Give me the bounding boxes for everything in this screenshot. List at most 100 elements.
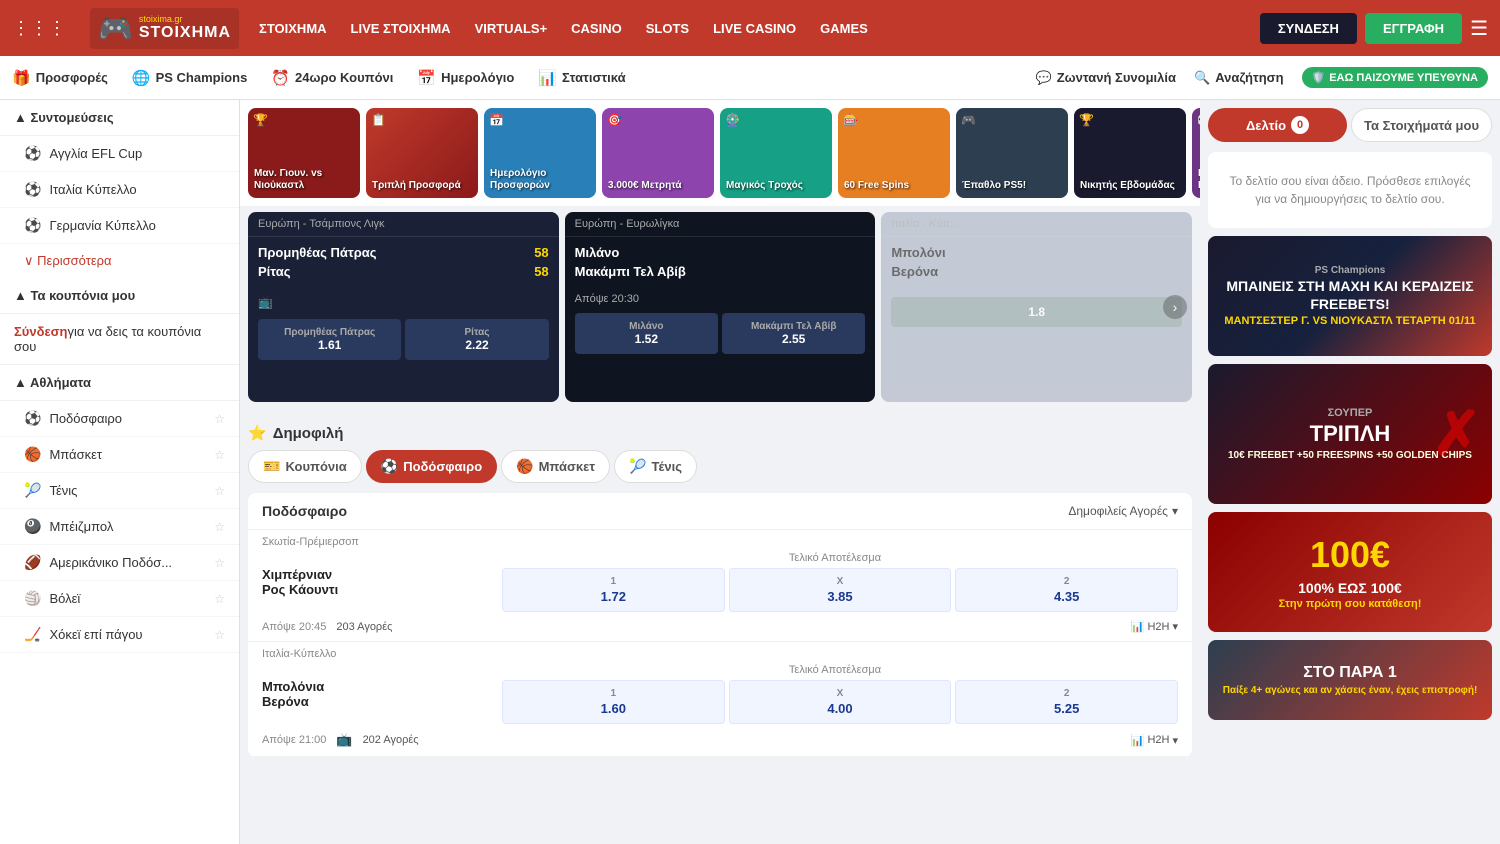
live-odd1-2[interactable]: 1.8 xyxy=(891,297,1182,327)
favorite-icon[interactable]: ☆ xyxy=(214,448,225,462)
logo-text: STOIXHMA xyxy=(139,24,231,42)
nav-calendar[interactable]: 📅 Ημερολόγιο xyxy=(417,69,514,87)
live-odd1-1[interactable]: Μιλάνο 1.52 xyxy=(575,313,718,354)
nav-stoixhma[interactable]: ΣΤΟΙΧΗΜΑ xyxy=(259,21,327,36)
promo-card-8[interactable]: 🎲 Pragmatic Buy Bonus xyxy=(1192,108,1200,198)
promo-banner-1[interactable]: ΣΟΥΠΕΡ ΤΡΙΠΛΗ 10€ FREEBET +50 FREESPINS … xyxy=(1208,364,1492,504)
nav-slots[interactable]: SLOTS xyxy=(646,21,689,36)
live-match-0[interactable]: Ευρώπη - Τσάμπιονς Λιγκ Προμηθέας Πάτρας… xyxy=(248,212,559,402)
match-info-0: Χιμπέρνιαν Ρος Κάουντι Τελικό Αποτέλεσμα… xyxy=(248,548,1192,616)
top-navigation: ⋮⋮⋮ 🎮 stoixima.gr STOIXHMA ΣΤΟΙΧΗΜΑ LIVE… xyxy=(0,0,1500,56)
register-button[interactable]: ΕΓΓΡΑΦΗ xyxy=(1365,13,1462,44)
odd-1-match0[interactable]: 1 1.72 xyxy=(502,568,725,612)
nav-casino[interactable]: CASINO xyxy=(571,21,622,36)
promo-card-1[interactable]: 📋 Τριπλή Προσφορά xyxy=(366,108,478,198)
promo-card-0[interactable]: 🏆 Μαν. Γιουν. vs Νιούκαστλ xyxy=(248,108,360,198)
markets-link-0[interactable]: 203 Αγορές xyxy=(336,621,392,633)
promo-card-7[interactable]: 🏆 Νικητής Εβδομάδας xyxy=(1074,108,1186,198)
tab-football[interactable]: ⚽ Ποδόσφαιρο xyxy=(366,450,497,483)
odd-x-match1[interactable]: X 4.00 xyxy=(729,680,952,724)
promo-banner-2[interactable]: 100€ 100% ΕΩΣ 100€ Στην πρώτη σου κατάθε… xyxy=(1208,512,1492,632)
promo-label-3: 3.000€ Μετρητά xyxy=(608,180,708,192)
live-match-1[interactable]: Ευρώπη - Ευρωλίγκα Μιλάνο Μακάμπι Τελ Αβ… xyxy=(565,212,876,402)
sidebar-item-efl-cup[interactable]: ⚽ Αγγλία EFL Cup xyxy=(0,136,239,172)
promo-label-4: Μαγικός Τροχός xyxy=(726,180,826,192)
sidebar-item-germany-cup[interactable]: ⚽ Γερμανία Κύπελλο xyxy=(0,208,239,244)
nav-live-casino[interactable]: LIVE CASINO xyxy=(713,21,796,36)
live-odd2-1[interactable]: Μακάμπι Τελ Αβίβ 2.55 xyxy=(722,313,865,354)
odd-2-match1[interactable]: 2 5.25 xyxy=(955,680,1178,724)
sidebar-item-baseball[interactable]: 🎱 Μπέιζμπολ ☆ xyxy=(0,509,239,545)
live-odds-0: Προμηθέας Πάτρας 1.61 Ρίτας 2.22 xyxy=(248,313,559,366)
sidebar-item-football[interactable]: ⚽ Ποδόσφαιρο ☆ xyxy=(0,401,239,437)
sports-header[interactable]: ▲ Αθλήματα xyxy=(0,365,239,401)
shortcuts-header[interactable]: ▲ Συντομεύσεις xyxy=(0,100,239,136)
favorite-icon[interactable]: ☆ xyxy=(214,484,225,498)
nav-24h-coupon[interactable]: ⏰ 24ωρο Κουπόνι xyxy=(271,69,393,87)
betslip-count: 0 xyxy=(1291,116,1309,134)
promo-card-5[interactable]: 🎰 60 Free Spins xyxy=(838,108,950,198)
nav-offers[interactable]: 🎁 Προσφορές xyxy=(12,69,108,87)
login-button[interactable]: ΣΥΝΔΕΣΗ xyxy=(1260,13,1357,44)
promo-card-2[interactable]: 📅 Ημερολόγιο Προσφορών xyxy=(484,108,596,198)
result-label-1: Τελικό Αποτέλεσμα xyxy=(492,664,1178,676)
favorite-icon[interactable]: ☆ xyxy=(214,412,225,426)
tab-tennis[interactable]: 🎾 Τένις xyxy=(614,450,697,483)
odd-x-match0[interactable]: X 3.85 xyxy=(729,568,952,612)
popular-markets-dropdown[interactable]: Δημοφιλείς Αγορές ▾ xyxy=(1068,504,1178,518)
promo-banner-3[interactable]: ΣΤΟ ΠΑΡΑ 1 Παίξε 4+ αγώνες και αν χάσεις… xyxy=(1208,640,1492,720)
favorite-icon[interactable]: ☆ xyxy=(214,556,225,570)
favorite-icon[interactable]: ☆ xyxy=(214,520,225,534)
nav-ps-champions[interactable]: 🌐 PS Champions xyxy=(132,69,247,87)
slide-arrow[interactable]: › xyxy=(1163,295,1187,319)
match-time-0: Απόψε 20:45 xyxy=(262,621,326,633)
grid-icon[interactable]: ⋮⋮⋮ xyxy=(12,18,66,39)
betslip-empty-message: Το δελτίο σου είναι άδειο. Πρόσθεσε επιλ… xyxy=(1208,152,1492,228)
match-league-0: Σκωτία-Πρέμιερσοπ xyxy=(248,530,1192,548)
markets-link-1[interactable]: 202 Αγορές xyxy=(363,734,419,746)
tab-coupons[interactable]: 🎫 Κουπόνια xyxy=(248,450,362,483)
nav-games[interactable]: GAMES xyxy=(820,21,868,36)
h2h-button-0[interactable]: 📊 H2H ▾ xyxy=(1131,620,1178,633)
coupons-header[interactable]: ▲ Τα κουπόνια μου xyxy=(0,278,239,314)
live-match-2[interactable]: Ιταλία - Κύπ... Μπολόνι Βερόνα 1.8 › xyxy=(881,212,1192,402)
popular-header: ⭐ Δημοφιλή xyxy=(248,416,1192,450)
sidebar-item-hockey[interactable]: 🏒 Χόκεϊ επί πάγου ☆ xyxy=(0,617,239,653)
promo-card-3[interactable]: 🎯 3.000€ Μετρητά xyxy=(602,108,714,198)
sidebar-item-italy-cup[interactable]: ⚽ Ιταλία Κύπελλο xyxy=(0,172,239,208)
responsible-gaming-badge[interactable]: 🛡️ ΕΑΩ ΠΑΙΖΟΥΜΕ ΥΠΕΥΘΥΝΑ xyxy=(1302,67,1488,88)
sidebar-item-american-football[interactable]: 🏈 Αμερικάνικο Ποδόσ... ☆ xyxy=(0,545,239,581)
calendar-icon: 📅 xyxy=(489,113,504,127)
promo-card-6[interactable]: 🎮 Έπαθλο PS5! xyxy=(956,108,1068,198)
promo-banner-0[interactable]: PS Champions ΜΠΑΙΝΕΙΣ ΣΤΗ ΜΑΧΗ ΚΑΙ ΚΕΡΔΙ… xyxy=(1208,236,1492,356)
h2h-button-1[interactable]: 📊 H2H ▾ xyxy=(1131,734,1178,747)
sidebar-item-tennis[interactable]: 🎾 Τένις ☆ xyxy=(0,473,239,509)
american-football-icon: 🏈 xyxy=(24,554,41,571)
football-icon: ⚽ xyxy=(24,145,41,162)
sidebar-item-volleyball[interactable]: 🏐 Βόλεϊ ☆ xyxy=(0,581,239,617)
live-chat-button[interactable]: 💬 Ζωντανή Συνομιλία xyxy=(1036,70,1177,86)
sidebar: ▲ Συντομεύσεις ⚽ Αγγλία EFL Cup ⚽ Ιταλία… xyxy=(0,100,240,844)
my-bets-tab[interactable]: Τα Στοιχήματά μου xyxy=(1351,108,1492,142)
live-odd2-0[interactable]: Ρίτας 2.22 xyxy=(405,319,548,360)
match-teams-1: Μπολόνια Βερόνα xyxy=(262,679,482,709)
hamburger-icon[interactable]: ☰ xyxy=(1470,16,1488,41)
nav-virtuals[interactable]: VIRTUALS+ xyxy=(475,21,548,36)
favorite-icon[interactable]: ☆ xyxy=(214,592,225,606)
odd-2-match0[interactable]: 2 4.35 xyxy=(955,568,1178,612)
live-team2-2: Βερόνα xyxy=(891,264,1182,279)
sidebar-item-basketball[interactable]: 🏀 Μπάσκετ ☆ xyxy=(0,437,239,473)
promo-card-4[interactable]: 🎡 Μαγικός Τροχός xyxy=(720,108,832,198)
betslip-tab[interactable]: Δελτίο 0 xyxy=(1208,108,1347,142)
coupons-login-prompt: Σύνδεσηγια να δεις τα κουπόνια σου xyxy=(0,314,239,365)
nav-statistics[interactable]: 📊 Στατιστικά xyxy=(538,69,625,87)
live-odd1-0[interactable]: Προμηθέας Πάτρας 1.61 xyxy=(258,319,401,360)
tab-basketball[interactable]: 🏀 Μπάσκετ xyxy=(501,450,610,483)
logo[interactable]: 🎮 stoixima.gr STOIXHMA xyxy=(90,8,239,49)
odd-1-match1[interactable]: 1 1.60 xyxy=(502,680,725,724)
favorite-icon[interactable]: ☆ xyxy=(214,628,225,642)
nav-live-stoixhma[interactable]: LIVE ΣΤΟΙΧΗΜΑ xyxy=(351,21,451,36)
coupons-login-link[interactable]: Σύνδεση xyxy=(14,324,68,339)
search-button[interactable]: 🔍 Αναζήτηση xyxy=(1194,70,1284,86)
shortcuts-more[interactable]: ∨ Περισσότερα xyxy=(0,244,239,278)
